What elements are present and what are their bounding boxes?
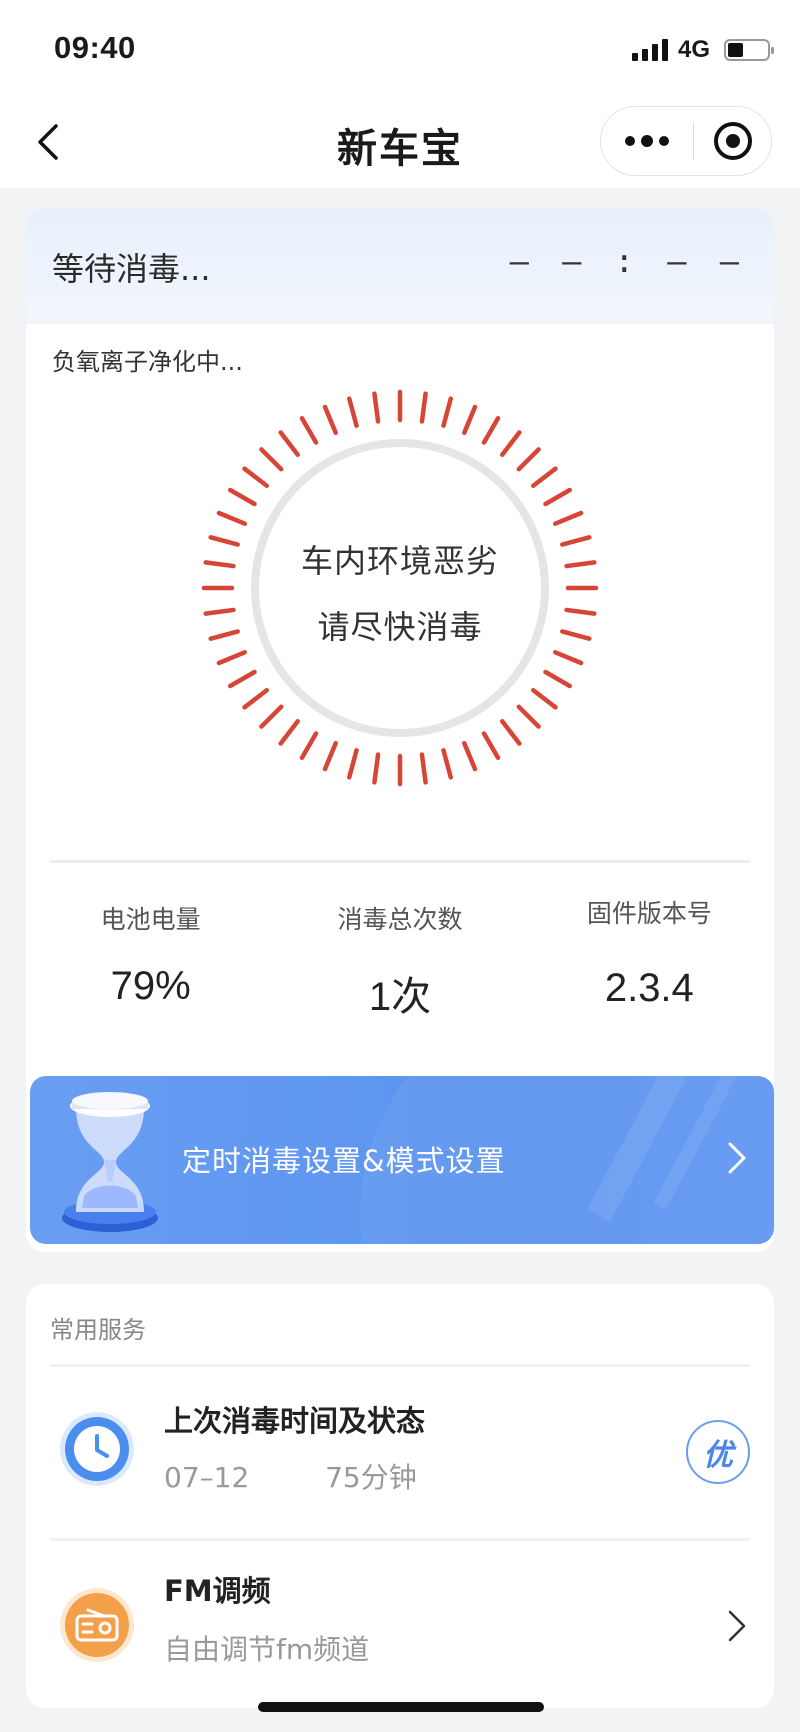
home-indicator[interactable]	[258, 1702, 544, 1712]
last-disinfect-date: 07–12	[164, 1461, 250, 1494]
purify-status: 负氧离子净化中...	[52, 348, 243, 376]
gauge-tick	[242, 466, 269, 488]
stat-value: 1次	[368, 975, 432, 1019]
gauge-tick	[372, 391, 381, 424]
network-label: 4G	[677, 36, 710, 63]
gauge-tick	[531, 466, 558, 488]
gauge-tick	[500, 430, 522, 457]
gauge-tick	[299, 416, 319, 445]
clock-icon	[60, 1412, 134, 1486]
gauge-tick	[216, 510, 248, 526]
service-subtitle: 07–12 75分钟	[164, 1456, 417, 1496]
stats-divider	[50, 860, 750, 863]
gauge-tick	[500, 719, 522, 746]
stat-value: 2.3.4	[604, 966, 694, 1010]
gauge-tick	[516, 704, 541, 729]
stat-battery: 电池电量 79%	[26, 900, 275, 1022]
countdown-timer: – – : – –	[509, 242, 746, 280]
close-target-icon[interactable]	[694, 107, 771, 175]
timer-mode-settings-banner[interactable]: 定时消毒设置&模式设置	[30, 1076, 774, 1244]
gauge-tick	[481, 731, 501, 760]
status-indicators: 4G	[631, 36, 774, 64]
gauge-tick	[278, 719, 300, 746]
gauge-tick	[228, 487, 257, 507]
gauge-tick	[299, 731, 319, 760]
gauge-tick	[259, 447, 284, 472]
gauge-tick	[419, 391, 428, 424]
gauge-line-1: 车内环境恶劣	[300, 542, 499, 580]
gauge-tick	[372, 752, 381, 785]
gauge-tick	[322, 404, 338, 436]
last-disinfect-item[interactable]: 上次消毒时间及状态 07–12 75分钟 优	[26, 1368, 774, 1538]
stat-firmware: 固件版本号 2.3.4	[525, 899, 774, 1022]
services-divider	[50, 1538, 750, 1541]
hourglass-icon	[62, 1092, 158, 1232]
mini-program-capsule	[600, 106, 772, 176]
fm-tuning-item[interactable]: FM调频 自由调节fm频道	[26, 1542, 774, 1712]
gauge-tick	[543, 487, 572, 507]
service-title: FM调频	[164, 1574, 271, 1608]
stat-label: 电池电量	[100, 905, 201, 934]
gauge-tick	[531, 688, 558, 710]
status-time: 09:40	[54, 30, 136, 65]
gauge-tick	[543, 669, 572, 689]
gauge-tick	[516, 447, 541, 472]
service-title: 上次消毒时间及状态	[164, 1404, 426, 1438]
gauge-tick	[552, 510, 584, 526]
gauge-tick	[259, 704, 284, 729]
nav-bar: 新车宝	[0, 96, 800, 188]
gauge-tick	[347, 748, 359, 780]
device-status-header: 等待消毒... – – : – –	[26, 208, 774, 324]
common-services-card: 常用服务 上次消毒时间及状态 07–12 75分钟 优 FM调频 自由调节fm频	[26, 1284, 774, 1708]
gauge-tick	[441, 748, 453, 780]
gauge-tick	[419, 752, 428, 785]
device-card: 等待消毒... – – : – – 负氧离子净化中... 车内环境恶劣 请尽快消…	[26, 208, 774, 1252]
gauge-tick	[462, 404, 478, 436]
service-subtitle: 自由调节fm频道	[164, 1633, 370, 1666]
radio-icon	[60, 1588, 134, 1662]
disinfect-status: 等待消毒...	[52, 250, 211, 288]
last-disinfect-duration: 75分钟	[325, 1461, 417, 1494]
services-divider	[50, 1364, 750, 1367]
chevron-right-icon	[728, 1610, 746, 1642]
battery-fill	[728, 43, 743, 57]
stat-value: 79%	[110, 964, 191, 1008]
gauge-message: 车内环境恶劣 请尽快消毒	[190, 528, 610, 660]
gauge-tick	[462, 740, 478, 772]
gauge-tick	[278, 430, 300, 457]
status-bar: 09:40 4G	[0, 0, 800, 96]
more-icon[interactable]	[601, 107, 693, 175]
quality-badge: 优	[686, 1420, 750, 1484]
gauge-tick	[441, 396, 453, 428]
stats-row: 电池电量 79% 消毒总次数 1次 固件版本号 2.3.4	[26, 899, 774, 1022]
gauge-line-2: 请尽快消毒	[317, 608, 483, 646]
gauge-tick	[228, 669, 257, 689]
banner-label: 定时消毒设置&模式设置	[182, 1144, 506, 1178]
gauge-tick	[481, 416, 501, 445]
stat-label: 固件版本号	[586, 899, 712, 928]
gauge-tick	[242, 688, 269, 710]
chevron-right-icon	[728, 1142, 746, 1174]
gauge-tick	[322, 740, 338, 772]
signal-icon	[631, 39, 668, 61]
gauge-tick	[347, 396, 359, 428]
battery-icon	[724, 39, 774, 61]
services-title: 常用服务	[50, 1316, 146, 1344]
stat-label: 消毒总次数	[337, 905, 463, 934]
stat-disinfect-count: 消毒总次数 1次	[275, 900, 524, 1022]
